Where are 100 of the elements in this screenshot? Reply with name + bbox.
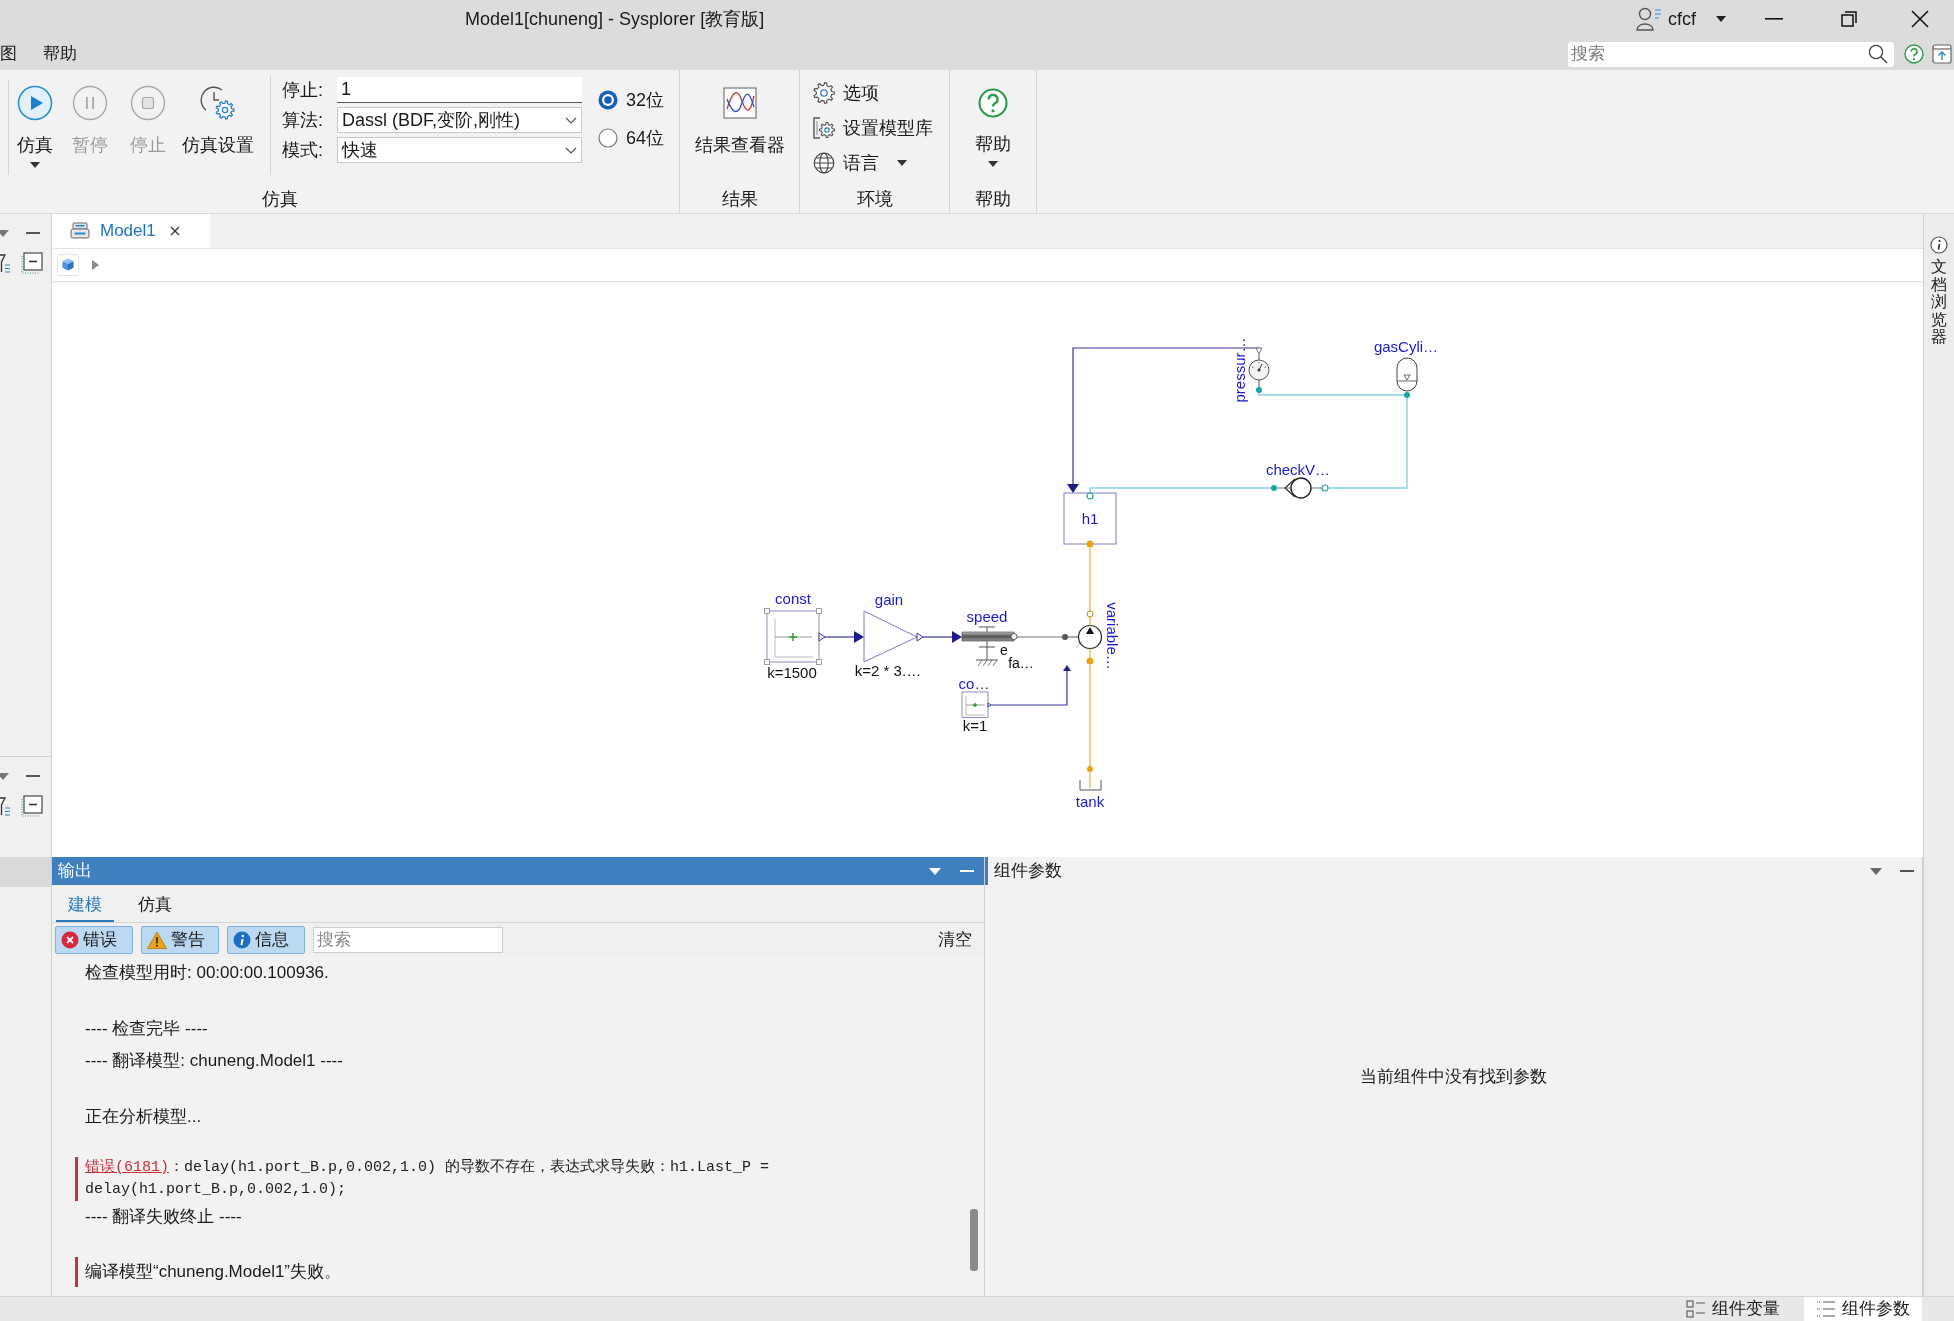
signal-wire — [922, 631, 962, 643]
component-label: h1 — [1081, 510, 1099, 527]
help-icon — [1904, 44, 1924, 64]
shaft-wire — [1016, 636, 1063, 638]
filter-button[interactable]: 信息 — [227, 926, 305, 954]
dropdown-field[interactable]: 快速 — [337, 137, 582, 163]
chevron-down-icon — [565, 146, 577, 154]
help-button[interactable]: 帮助 — [975, 88, 1011, 180]
component-label: checkV… — [1265, 461, 1331, 478]
group-title: 仿真 — [262, 187, 298, 211]
minimize-panel-icon — [26, 232, 40, 234]
component-label: gain — [874, 591, 904, 608]
group-title: 帮助 — [975, 187, 1011, 211]
signal-wire — [824, 631, 864, 643]
collapse-arrow-icon — [1870, 867, 1882, 875]
log-line: ---- 翻译模型: chuneng.Model1 ---- — [84, 1050, 344, 1072]
chart-icon — [722, 87, 757, 119]
cube-icon — [57, 254, 79, 276]
ground-symbol — [975, 640, 999, 667]
help-button[interactable] — [1904, 44, 1924, 64]
restore-icon — [1840, 11, 1857, 27]
collapse-arrow-icon — [0, 229, 9, 237]
globe-icon — [813, 152, 835, 174]
warning-icon — [147, 931, 167, 949]
log-line: 检查模型用时: 00:00:00.100936. — [84, 962, 330, 984]
panel-toggle-button[interactable] — [1932, 44, 1952, 64]
radio-option[interactable]: 32位 — [598, 90, 665, 110]
bottom-tab[interactable]: 组件参数 — [1804, 1297, 1922, 1321]
user-menu[interactable]: cfcf — [1636, 5, 1726, 33]
component-label: const — [775, 590, 811, 607]
result-viewer-button[interactable]: 结果查看器 — [694, 87, 785, 180]
minimize-panel-icon — [26, 775, 40, 777]
play-icon — [17, 85, 53, 121]
filter-list-icon — [0, 252, 11, 274]
field-label: 算法: — [282, 108, 324, 132]
window-title: Model1[chuneng] - Sysplorer [教育版] — [465, 7, 765, 31]
empty-message: 当前组件中没有找到参数 — [1360, 1065, 1547, 1088]
sim-settings-button[interactable]: 仿真设置 — [178, 85, 258, 175]
collapse-arrow-icon — [0, 772, 9, 780]
list-icon — [1816, 1300, 1836, 1318]
collapse-all-icon — [21, 795, 43, 817]
close-icon — [1911, 10, 1929, 28]
filter-button[interactable]: 警告 — [141, 926, 219, 954]
minimize-panel-icon — [960, 870, 974, 872]
pause-icon — [72, 85, 108, 121]
component-label: tank — [1075, 793, 1105, 810]
parameter-label: k=1500 — [767, 664, 817, 681]
close-icon — [169, 226, 180, 236]
stop-icon — [130, 85, 166, 121]
scrollbar-thumb[interactable] — [970, 1209, 978, 1271]
component-label: speed — [966, 608, 1008, 625]
panel-title: 组件参数 — [994, 860, 1062, 883]
info-icon — [1930, 236, 1948, 254]
menu-item[interactable]: 帮助 — [30, 41, 90, 67]
parameter-label: k=2 * 3.… — [854, 662, 922, 679]
component-label: co… — [958, 675, 990, 692]
error-message: 错误(6181)：delay(h1.port_B.p,0.002,1.0) 的导数不存在，表达式求导失败：h1.Last_P = delay(h1.port_B.p,0.002,1.0); — [75, 1157, 970, 1201]
search-field[interactable]: 搜索 — [313, 927, 503, 953]
info-icon — [233, 931, 251, 949]
error-code-link[interactable]: 错误(6181) — [85, 1159, 169, 1176]
log-line: ---- 检查完毕 ---- — [84, 1018, 209, 1040]
ribbon-menu-item[interactable]: 语言 — [813, 148, 949, 178]
radio-option[interactable]: 64位 — [598, 128, 665, 148]
clear-button[interactable]: 清空 — [938, 927, 972, 953]
search-field[interactable]: 搜索 — [1568, 41, 1894, 67]
tab-close-button[interactable] — [169, 226, 180, 236]
model-root-button[interactable] — [57, 254, 79, 276]
simulate-button[interactable]: 仿真 — [10, 85, 60, 175]
field-label: 停止: — [282, 78, 324, 102]
user-icon — [1636, 7, 1662, 31]
filter-list-icon — [0, 795, 11, 817]
model-icon — [70, 222, 90, 240]
menu-item[interactable]: 图 — [0, 41, 30, 67]
ribbon-menu-item[interactable]: 设置模型库 — [813, 113, 949, 143]
dropdown-field[interactable]: Dassl (BDF,变阶,刚性) — [337, 107, 582, 133]
component-note: fa… — [1008, 655, 1034, 671]
clock-gear-icon — [200, 85, 236, 121]
component-label: pressur… — [1231, 337, 1248, 403]
arrow-up-box-icon — [1932, 44, 1952, 64]
panel-title: 输出 — [58, 860, 92, 883]
bottom-tab[interactable]: 组件变量 — [1674, 1297, 1792, 1321]
group-title: 环境 — [856, 187, 893, 211]
hydraulic-wire — [1089, 547, 1091, 612]
group-title: 结果 — [721, 187, 758, 211]
caret-icon — [1716, 16, 1726, 22]
filter-button[interactable]: 错误 — [55, 926, 133, 954]
output-tab[interactable]: 仿真 — [126, 890, 184, 922]
document-tab[interactable]: Model1 — [52, 214, 210, 248]
chevron-down-icon — [565, 116, 577, 124]
minimize-panel-icon — [1900, 870, 1914, 872]
component-label: variable… — [1104, 602, 1121, 670]
field-label: 模式: — [282, 138, 324, 162]
ribbon-menu-item[interactable]: 选项 — [813, 78, 949, 108]
help-icon — [978, 88, 1008, 118]
library-gear-icon — [813, 117, 835, 139]
side-panel-tab[interactable]: 文档浏览器 — [1930, 236, 1948, 346]
breadcrumb-arrow-icon — [92, 260, 99, 270]
text-field[interactable]: 1 — [337, 77, 582, 103]
minimize-icon — [1764, 18, 1783, 20]
component-label: gasCyli… — [1373, 338, 1439, 355]
